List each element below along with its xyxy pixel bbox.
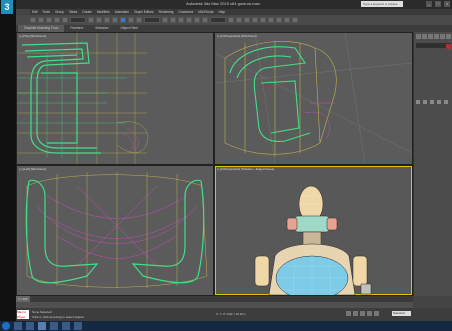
remove-modifier-icon[interactable] [437,100,441,104]
key-filter-dropdown[interactable]: Selected [392,311,411,316]
viewport-top-wireframe [17,33,149,164]
tab-freeform[interactable]: Freeform [64,25,89,32]
taskbar-app-icon[interactable] [74,322,82,330]
angle-snap-icon[interactable] [186,17,192,23]
move-icon[interactable] [120,17,126,23]
windows-taskbar [0,321,452,331]
snap-icon[interactable] [178,17,184,23]
render-frame-icon[interactable] [284,17,290,23]
motion-tab-icon[interactable] [434,34,439,39]
redo-icon[interactable] [38,17,44,23]
show-end-result-icon[interactable] [423,100,427,104]
utilities-tab-icon[interactable] [446,34,451,39]
viewport-left[interactable]: [+] [Left] [Wireframe] [17,166,213,295]
app-logo[interactable]: 3 [1,0,13,14]
play-icon[interactable] [360,311,365,316]
viewport-top[interactable]: [+] [Top] [Wireframe] [17,33,213,164]
command-panel-tabs [414,32,452,41]
max-app-window: Autodesk 3ds Max 2015 x64 gumroo.max Typ… [16,0,452,331]
viewport-ortho-shaded[interactable]: [+] [Orthographic] [Shaded + Edged Faces… [215,166,412,295]
command-panel [413,32,452,296]
minimize-icon[interactable]: _ [426,1,432,7]
material-editor-icon[interactable] [268,17,274,23]
window-controls: _ □ × [426,1,450,7]
window-crossing-icon[interactable] [112,17,118,23]
rotate-icon[interactable] [128,17,134,23]
reference-coord-dropdown[interactable] [144,17,160,23]
goto-end-icon[interactable] [374,311,379,316]
taskbar-app-icon[interactable] [50,322,58,330]
coordinate-display: X: Y: Z: Grid = 10.0cm [216,312,246,316]
robot-model [254,185,372,295]
start-button-icon[interactable] [2,322,10,330]
taskbar-app-icon[interactable] [14,322,22,330]
maxscript-listener[interactable]: Max to Physc [17,310,29,319]
link-icon[interactable] [46,17,52,23]
display-tab-icon[interactable] [440,34,445,39]
prev-frame-icon[interactable] [353,311,358,316]
prompt-line: Click or click-and-drag to select object… [32,315,85,319]
selection-status: None Selected [32,310,52,314]
make-unique-icon[interactable] [430,100,434,104]
viewport-ortho-wireframe [215,33,412,164]
configure-sets-icon[interactable] [444,100,448,104]
taskbar-apps [14,322,82,330]
render-icon[interactable] [292,17,298,23]
playback-controls [346,311,379,316]
hierarchy-tab-icon[interactable] [428,34,433,39]
percent-snap-icon[interactable] [194,17,200,23]
main-toolbar [16,15,452,25]
viewport-left-label[interactable]: [+] [Left] [Wireframe] [19,167,46,171]
viewport-ortho-label[interactable]: [+] [Orthographic] [Wireframe] [217,34,257,38]
desktop-left-strip [0,0,16,331]
viewport-area: [+] [Top] [Wireframe] [+] [Orthographic]… [16,32,413,296]
taskbar-app-icon[interactable] [26,322,34,330]
selection-filter-dropdown[interactable] [70,17,86,23]
viewport-left-wireframe [25,172,208,288]
viewport-top-label[interactable]: [+] [Top] [Wireframe] [19,34,46,38]
maximize-icon[interactable]: □ [435,1,441,7]
modify-tab-icon[interactable] [422,34,427,39]
align-icon[interactable] [236,17,242,23]
select-manipulate-icon[interactable] [170,17,176,23]
pin-stack-icon[interactable] [416,100,420,104]
status-bar: Max to Physc None Selected Click or clic… [16,308,452,321]
undo-icon[interactable] [30,17,36,23]
layer-icon[interactable] [244,17,250,23]
tab-selection[interactable]: Selection [89,25,114,32]
schematic-icon[interactable] [260,17,266,23]
curve-editor-icon[interactable] [252,17,258,23]
mirror-icon[interactable] [228,17,234,23]
goto-start-icon[interactable] [346,311,351,316]
create-tab-icon[interactable] [416,34,421,39]
taskbar-app-icon[interactable] [62,322,70,330]
modifier-stack-buttons [416,100,448,104]
scale-icon[interactable] [136,17,142,23]
search-input[interactable]: Type a keyword or phrase [361,1,403,7]
tab-object-paint[interactable]: Object Paint [114,25,143,32]
viewport-shaded-label[interactable]: [+] [Orthographic] [Shaded + Edged Faces… [217,167,274,171]
close-icon[interactable]: × [444,1,450,7]
tab-graphite-modeling[interactable]: Graphite Modeling Tools [18,25,65,32]
select-object-icon[interactable] [88,17,94,23]
bind-icon[interactable] [62,17,68,23]
pivot-icon[interactable] [162,17,168,23]
named-selection-dropdown[interactable] [210,17,226,23]
next-frame-icon[interactable] [367,311,372,316]
object-color-swatch[interactable] [446,44,451,49]
unlink-icon[interactable] [54,17,60,23]
ribbon-tabs: Graphite Modeling Tools Freeform Selecti… [16,25,452,32]
title-bar: Autodesk 3ds Max 2015 x64 gumroo.max Typ… [16,0,452,9]
window-title: Autodesk 3ds Max 2015 x64 gumroo.max [186,1,260,6]
spinner-snap-icon[interactable] [202,17,208,23]
select-by-name-icon[interactable] [96,17,102,23]
region-select-icon[interactable] [104,17,110,23]
taskbar-3dsmax-icon[interactable] [38,322,46,330]
render-setup-icon[interactable] [276,17,282,23]
viewport-ortho-wire[interactable]: [+] [Orthographic] [Wireframe] [215,33,412,164]
